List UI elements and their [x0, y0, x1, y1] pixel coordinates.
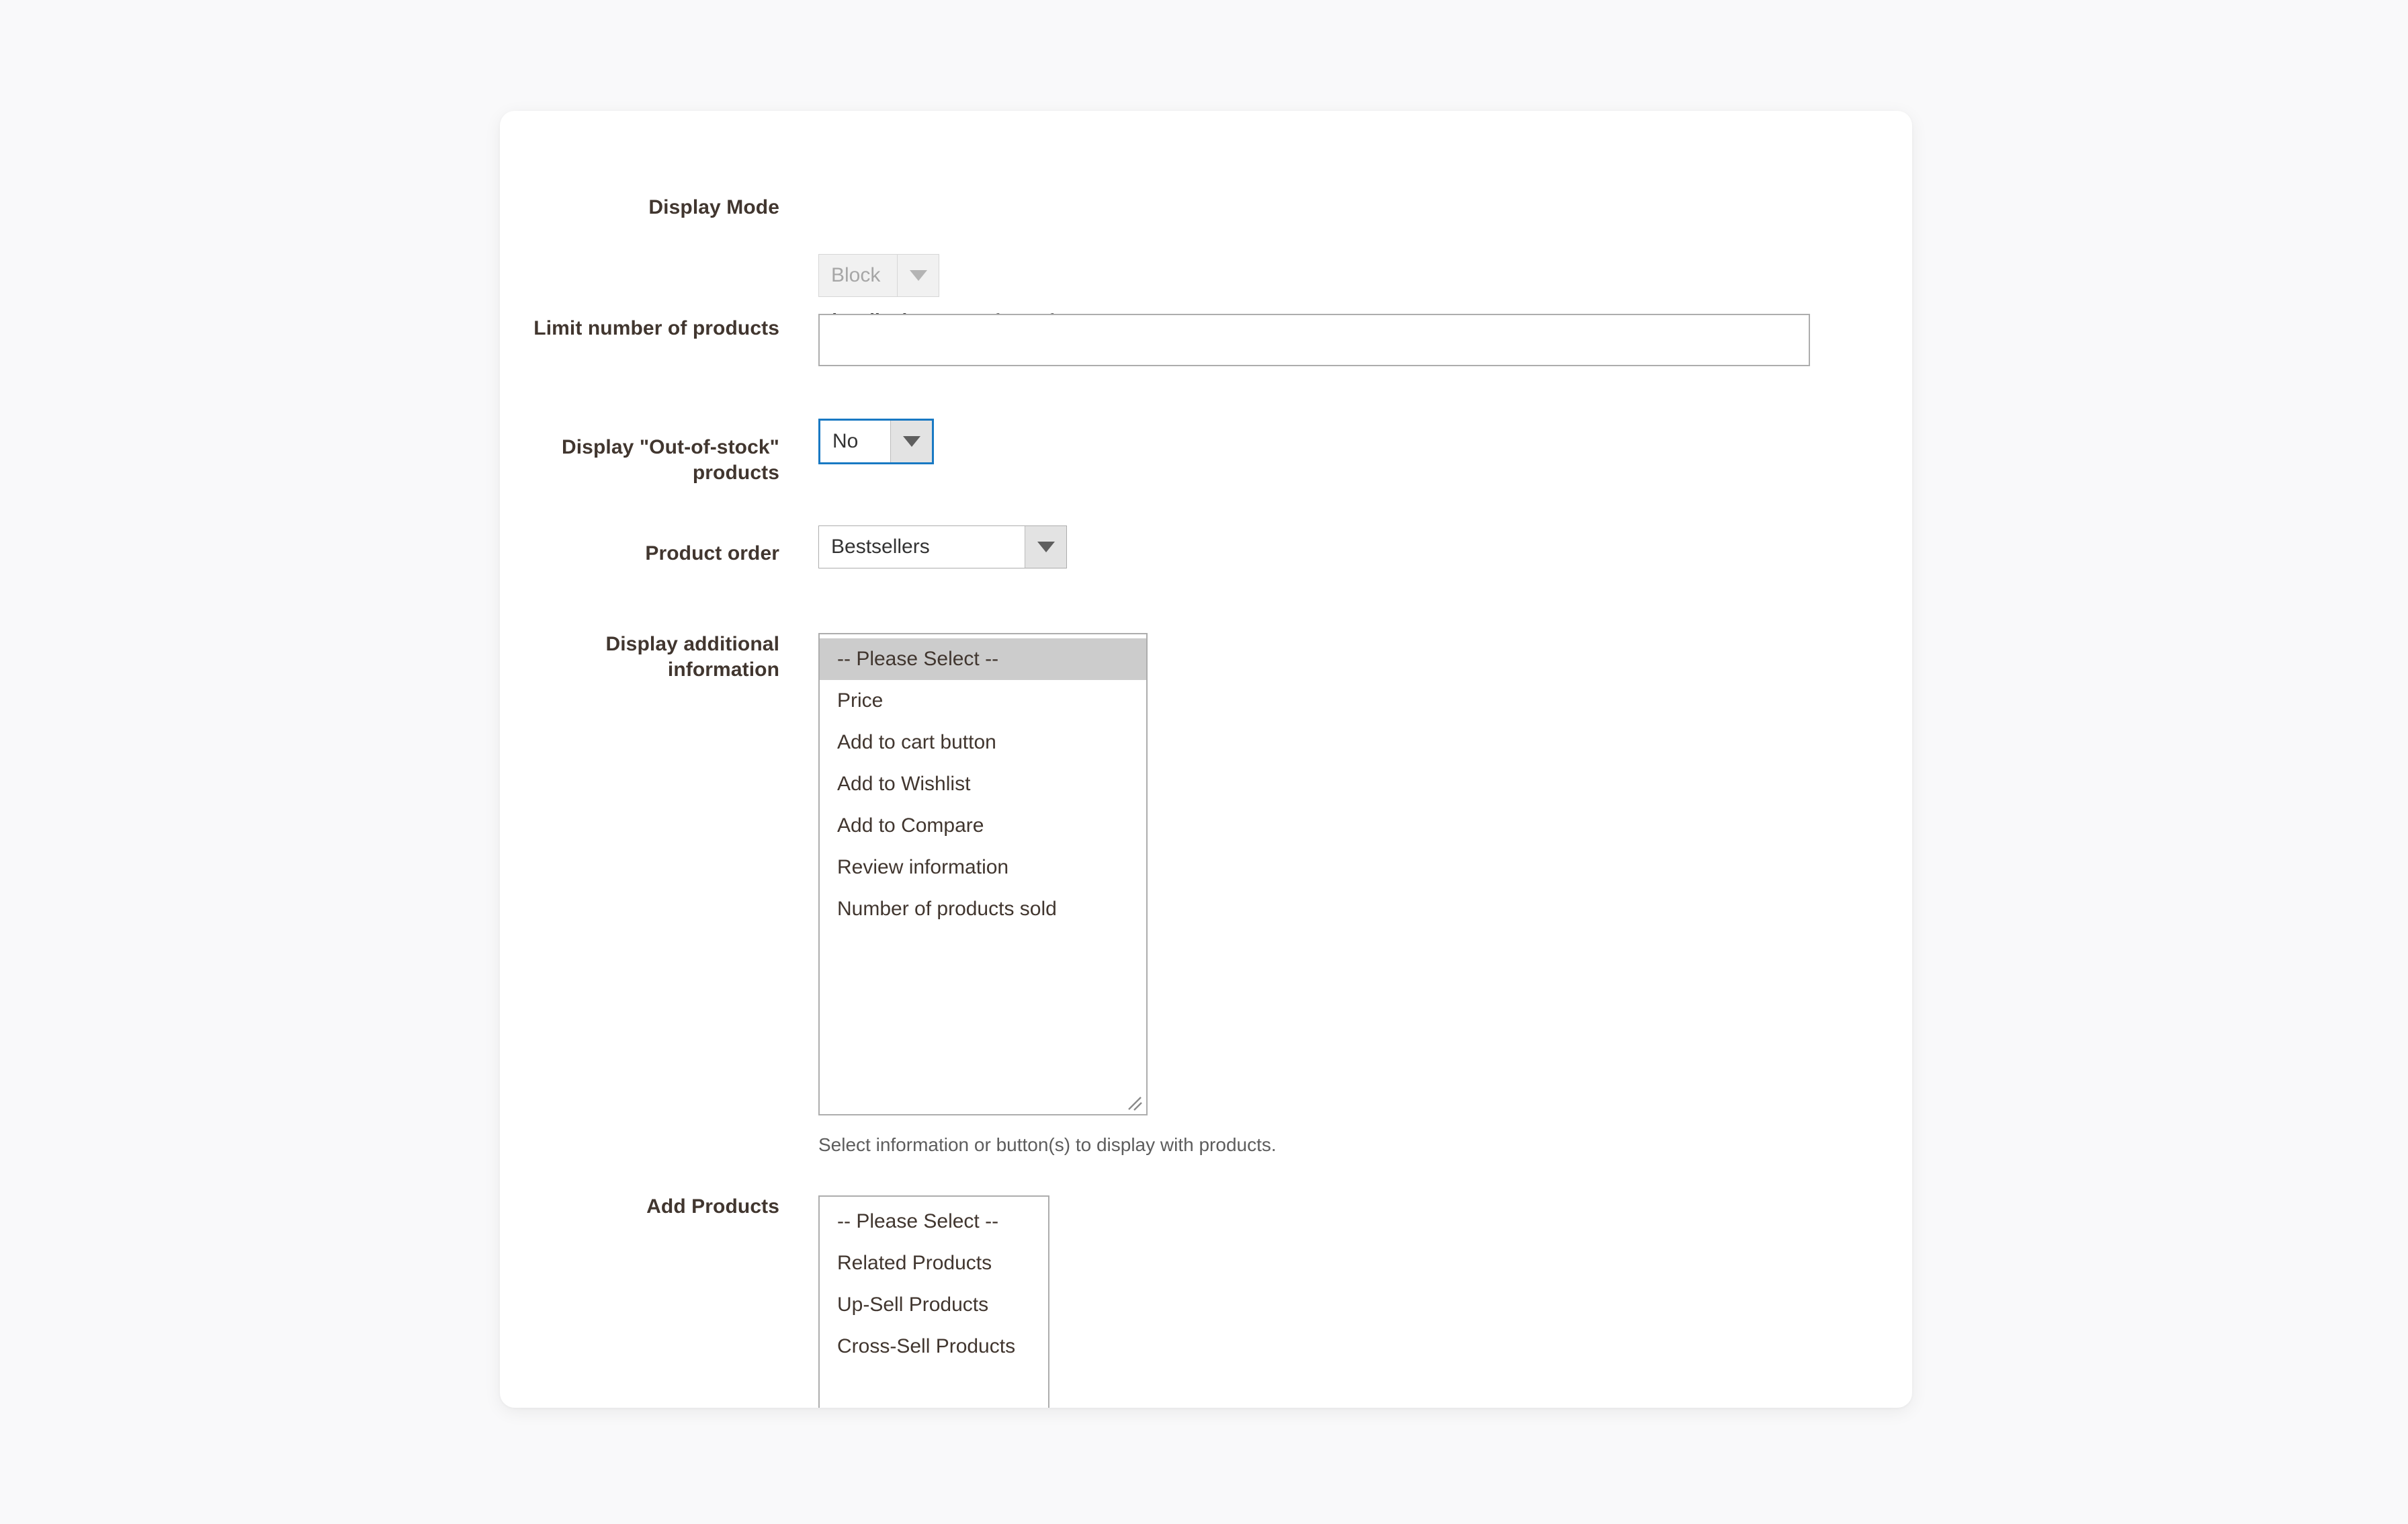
list-option[interactable]: Review information	[820, 847, 1146, 888]
list-option[interactable]: -- Please Select --	[820, 1201, 1048, 1242]
product-order-select[interactable]: Bestsellers	[818, 525, 1067, 568]
add-products-label: Add Products	[646, 1195, 779, 1218]
page-root: Display Mode Block Ajax display: Better …	[0, 0, 2408, 1524]
list-option[interactable]: Number of products sold	[820, 888, 1146, 930]
display-mode-label: Display Mode	[648, 196, 779, 218]
product-order-label: Product order	[645, 542, 779, 564]
additional-information-listbox[interactable]: -- Please Select -- Price Add to cart butt…	[818, 633, 1148, 1115]
additional-information-label: Display additional information	[605, 633, 779, 681]
list-option[interactable]: Up-Sell Products	[820, 1284, 1048, 1326]
chevron-down-icon	[890, 421, 932, 462]
add-products-listbox[interactable]: -- Please Select -- Related Products Up-Se…	[818, 1195, 1049, 1408]
chevron-down-icon	[897, 255, 939, 296]
list-option[interactable]: Related Products	[820, 1242, 1048, 1284]
display-mode-select[interactable]: Block	[818, 254, 939, 297]
resize-handle-icon[interactable]	[1123, 1092, 1144, 1112]
product-order-value: Bestsellers	[831, 536, 930, 558]
limit-products-label: Limit number of products	[533, 317, 779, 339]
list-option[interactable]: Cross-Sell Products	[820, 1326, 1048, 1367]
display-mode-value: Block	[831, 264, 881, 286]
list-option[interactable]: -- Please Select --	[820, 638, 1146, 680]
settings-card: Display Mode Block Ajax display: Better …	[500, 111, 1912, 1408]
out-of-stock-value: No	[832, 430, 859, 452]
out-of-stock-label: Display "Out-of-stock" products	[561, 436, 779, 484]
limit-products-input[interactable]	[818, 314, 1810, 366]
chevron-down-icon	[1025, 526, 1066, 568]
out-of-stock-select[interactable]: No	[818, 419, 934, 464]
additional-information-note: Select information or button(s) to displ…	[818, 1134, 1277, 1155]
list-option[interactable]: Price	[820, 680, 1146, 722]
list-option[interactable]: Add to Compare	[820, 805, 1146, 847]
list-option[interactable]: Add to Wishlist	[820, 763, 1146, 805]
list-option[interactable]: Add to cart button	[820, 722, 1146, 763]
